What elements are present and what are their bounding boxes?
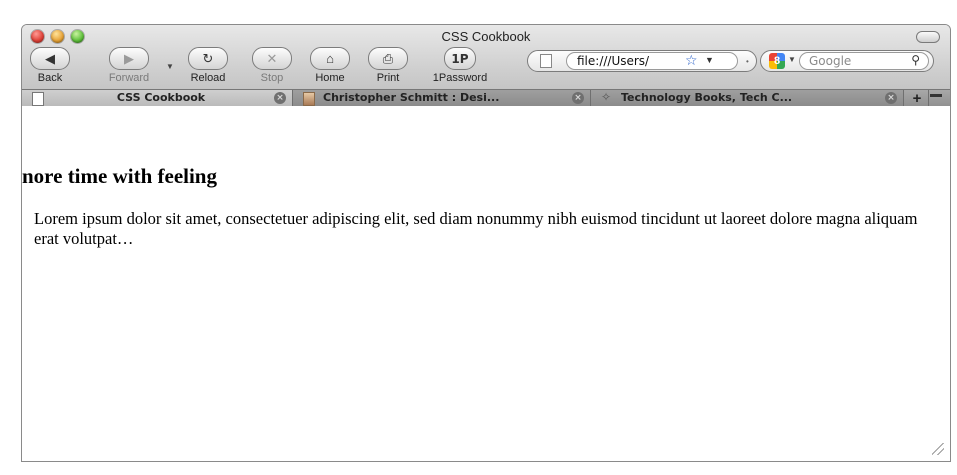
search-icon[interactable]: ⚲: [911, 53, 920, 67]
close-tab-icon[interactable]: ×: [885, 92, 897, 104]
onepassword-icon: 1P: [444, 47, 476, 70]
stop-icon: ✕: [252, 47, 292, 70]
stop-button[interactable]: ✕ Stop: [244, 47, 300, 84]
print-label: Print: [376, 72, 400, 84]
bookmark-star-icon[interactable]: ☆: [685, 52, 698, 69]
history-dropdown-icon[interactable]: ▼: [166, 62, 174, 71]
address-bar: file:///Users/ ☆ ▼: [527, 50, 757, 72]
page-paragraph: Lorem ipsum dolor sit amet, consectetuer…: [34, 209, 918, 248]
new-tab-button[interactable]: +: [906, 90, 929, 107]
back-button[interactable]: ◀ Back: [22, 47, 78, 84]
search-bar: 8 ▼ Google ⚲: [760, 50, 934, 72]
reload-label: Reload: [190, 72, 226, 84]
google-logo-icon[interactable]: 8: [769, 53, 785, 69]
home-icon: ⌂: [310, 47, 350, 70]
tab-label: CSS Cookbook: [116, 91, 206, 104]
page-icon: [540, 54, 552, 68]
forward-label: Forward: [108, 72, 150, 84]
search-engine-dropdown-icon[interactable]: ▼: [788, 55, 796, 64]
home-label: Home: [315, 72, 345, 84]
tab-css-cookbook[interactable]: CSS Cookbook ×: [22, 90, 293, 107]
document-icon: [32, 92, 44, 106]
navigation-toolbar: ◀ Back ▶ Forward ▼ ↻ Reload ✕ Stop ⌂ Hom…: [22, 47, 950, 91]
reload-button[interactable]: ↻ Reload: [180, 47, 236, 84]
reload-icon: ↻: [188, 47, 228, 70]
print-button[interactable]: ⎙ Print: [360, 47, 416, 84]
url-dropdown-icon[interactable]: ▼: [705, 55, 714, 65]
forward-arrow-icon: ▶: [109, 47, 149, 70]
tab-label: Technology Books, Tech C...: [621, 91, 793, 104]
url-input[interactable]: file:///Users/ ☆ ▼: [566, 52, 738, 70]
home-button[interactable]: ⌂ Home: [302, 47, 358, 84]
page-content: nore time with feeling Lorem ipsum dolor…: [22, 106, 950, 461]
search-input[interactable]: Google ⚲: [799, 52, 929, 70]
search-placeholder: Google: [809, 54, 852, 68]
tab-label: Christopher Schmitt : Desi...: [323, 91, 500, 104]
browser-window: CSS Cookbook ◀ Back ▶ Forward ▼ ↻ Reload…: [21, 24, 951, 462]
window-title: CSS Cookbook: [441, 29, 531, 44]
url-text: file:///Users/: [577, 54, 650, 68]
onepassword-label: 1Password: [432, 72, 488, 84]
tab-technology-books[interactable]: ✧ Technology Books, Tech C... ×: [591, 90, 904, 107]
close-tab-icon[interactable]: ×: [274, 92, 286, 104]
back-arrow-icon: ◀: [30, 47, 70, 70]
forward-button[interactable]: ▶ Forward: [96, 47, 162, 84]
page-heading: nore time with feeling: [22, 164, 217, 188]
printer-icon: ⎙: [368, 47, 408, 70]
favicon-photo-icon: [303, 92, 315, 106]
tab-christopher-schmitt[interactable]: Christopher Schmitt : Desi... ×: [293, 90, 591, 107]
title-bar: CSS Cookbook: [22, 25, 950, 47]
onepassword-button[interactable]: 1P 1Password: [427, 47, 493, 84]
toolbar-toggle-button[interactable]: [916, 31, 940, 43]
tab-list-icon[interactable]: [930, 94, 942, 105]
back-label: Back: [37, 72, 63, 84]
browser-chrome: CSS Cookbook ◀ Back ▶ Forward ▼ ↻ Reload…: [22, 25, 950, 107]
close-tab-icon[interactable]: ×: [572, 92, 584, 104]
separator-dot-icon: •: [746, 57, 749, 66]
tab-bar: CSS Cookbook × Christopher Schmitt : Des…: [22, 89, 950, 107]
resize-grip-icon[interactable]: [932, 443, 944, 455]
oreilly-favicon-icon: ✧: [601, 90, 612, 104]
stop-label: Stop: [260, 72, 284, 84]
